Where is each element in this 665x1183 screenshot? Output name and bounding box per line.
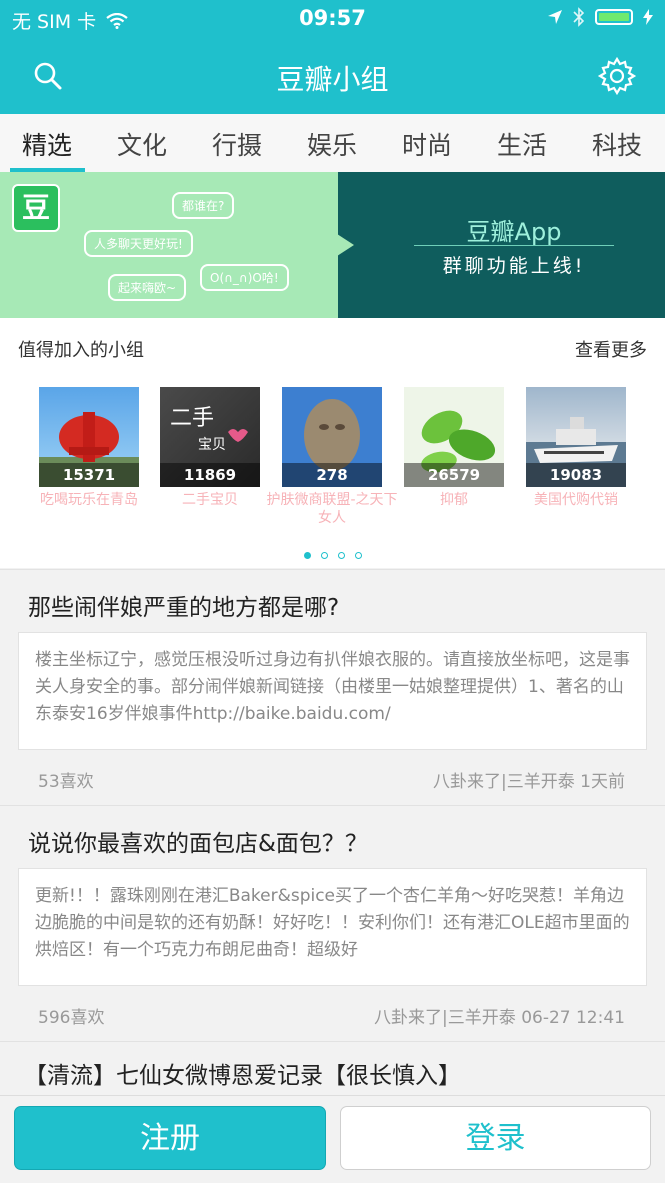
post-likes: 596喜欢: [38, 1008, 105, 1028]
charging-icon: [643, 9, 653, 25]
carousel-pager[interactable]: [0, 544, 665, 563]
pager-dot[interactable]: [320, 552, 328, 559]
category-tabs: 精选 文化 行摄 娱乐 时尚 生活 科技: [0, 114, 665, 172]
login-button[interactable]: 登录: [340, 1106, 651, 1170]
group-name: 美国代购代销: [534, 492, 618, 508]
tab-featured[interactable]: 精选: [22, 126, 72, 162]
chat-bubble: 人多聊天更好玩!: [84, 230, 193, 257]
promo-banner[interactable]: 豆 都谁在? 人多聊天更好玩! 起来嗨欧~ O(∩_∩)O哈! 豆瓣App 群聊…: [0, 172, 665, 318]
bluetooth-icon: [573, 7, 585, 27]
location-icon: [548, 10, 562, 24]
group-card[interactable]: 278 护肤微商联盟-之天下女人: [266, 387, 398, 526]
status-bar: 无 SIM 卡 09:57: [0, 0, 665, 38]
post-meta: 八卦来了|三羊开泰 1天前: [433, 772, 625, 792]
post-meta: 八卦来了|三羊开泰 06-27 12:41: [374, 1008, 625, 1028]
member-count: 15371: [39, 463, 139, 487]
gear-icon[interactable]: [597, 56, 637, 96]
post-title[interactable]: 那些闹伴娘严重的地方都是哪?: [28, 588, 339, 622]
register-button[interactable]: 注册: [14, 1106, 326, 1170]
douban-logo-icon: 豆: [12, 184, 60, 232]
member-count: 278: [282, 463, 382, 487]
svg-text:宝贝: 宝贝: [198, 437, 226, 453]
chat-bubble: O(∩_∩)O哈!: [200, 264, 289, 291]
group-card[interactable]: 26579 抑郁: [404, 387, 504, 508]
tab-life[interactable]: 生活: [497, 126, 547, 162]
pager-dot[interactable]: [354, 552, 362, 559]
post-title[interactable]: 【清流】七仙女微博恩爱记录【很长慎入】: [24, 1056, 461, 1090]
post-card[interactable]: 【清流】七仙女微博恩爱记录【很长慎入】: [0, 1041, 665, 1102]
group-name: 二手宝贝: [182, 492, 238, 508]
member-count: 26579: [404, 463, 504, 487]
auth-bar: 注册 登录: [0, 1095, 665, 1183]
group-name: 抑郁: [440, 492, 468, 508]
section-heading: 值得加入的小组: [18, 340, 144, 361]
group-card[interactable]: 15371 吃喝玩乐在青岛: [39, 387, 139, 508]
battery-icon: [595, 9, 633, 25]
group-card[interactable]: 19083 美国代购代销: [526, 387, 626, 508]
chat-bubble: 都谁在?: [172, 192, 235, 219]
post-excerpt[interactable]: 更新!！！露珠刚刚在港汇Baker&spice买了一个杏仁羊角～好吃哭惹！羊角边…: [18, 868, 647, 986]
group-image: 19083: [526, 387, 626, 487]
group-card[interactable]: 二手 宝贝 11869 二手宝贝: [160, 387, 260, 508]
page-title: 豆瓣小组: [276, 63, 389, 96]
member-count: 11869: [160, 463, 260, 487]
tab-fashion[interactable]: 时尚: [402, 126, 452, 162]
nav-bar: 豆瓣小组: [0, 38, 665, 114]
group-name: 护肤微商联盟-之天下女人: [266, 492, 398, 526]
post-title[interactable]: 说说你最喜欢的面包店&面包？？: [28, 824, 368, 858]
banner-arrow-icon: [334, 232, 354, 258]
chat-bubble: 起来嗨欧~: [108, 274, 187, 301]
tab-tech[interactable]: 科技: [592, 126, 642, 162]
post-card[interactable]: 那些闹伴娘严重的地方都是哪? 楼主坐标辽宁，感觉压根没听过身边有扒伴娘衣服的。请…: [0, 569, 665, 806]
banner-app-title: 豆瓣App: [466, 218, 562, 246]
group-image: 26579: [404, 387, 504, 487]
post-card[interactable]: 说说你最喜欢的面包店&面包？？ 更新!！！露珠刚刚在港汇Baker&spice买…: [0, 805, 665, 1042]
post-likes: 53喜欢: [38, 772, 94, 792]
group-name: 吃喝玩乐在青岛: [40, 492, 138, 508]
group-image: 278: [282, 387, 382, 487]
group-image: 15371: [39, 387, 139, 487]
app-header: 无 SIM 卡 09:57 豆瓣小组: [0, 0, 665, 114]
see-more-link[interactable]: 查看更多: [575, 336, 647, 362]
member-count: 19083: [526, 463, 626, 487]
pager-dot[interactable]: [303, 552, 311, 559]
pager-dot[interactable]: [337, 552, 345, 559]
svg-text:二手: 二手: [170, 406, 214, 431]
tab-travel-photo[interactable]: 行摄: [212, 126, 262, 162]
recommended-groups: 值得加入的小组 查看更多 15371 吃喝玩乐在青岛 二手 宝贝 11869 二手…: [0, 318, 665, 568]
group-image: 二手宝贝 11869: [160, 387, 260, 487]
banner-subtitle: 群聊功能上线!: [442, 255, 586, 277]
tab-culture[interactable]: 文化: [117, 126, 167, 162]
post-excerpt[interactable]: 楼主坐标辽宁，感觉压根没听过身边有扒伴娘衣服的。请直接放坐标吧，这是事关人身安全…: [18, 632, 647, 750]
tab-entertainment[interactable]: 娱乐: [307, 126, 357, 162]
